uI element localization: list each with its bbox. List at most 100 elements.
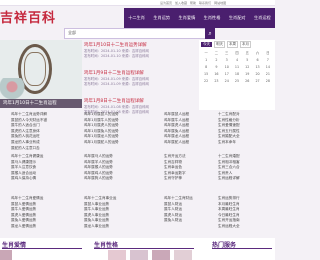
top-links-bar: 设为首页 加入收藏 帮助 联系我们 网站地图 (0, 0, 275, 6)
news-headline[interactable]: 鸡年1月10日十二生肖运势详解 (84, 42, 196, 48)
article-link[interactable]: 属龙人爱情运势 (11, 224, 71, 230)
calendar-grid: 一二三四五六日 1 2 3 4 5 6 7 8 9 10 11 12 13 14 15 16 17 18 19 20 21… (199, 48, 275, 85)
calendar-day[interactable]: 7 (263, 58, 273, 62)
thumbnail[interactable] (130, 250, 148, 260)
article-list: 鸡年十二生肖事业运 属鼠人事业运势 属牛人事业运势 属虎人事业运势 属兔人事业运势 属龙人… (84, 196, 144, 230)
calendar-day[interactable]: 4 (232, 58, 242, 62)
article-link[interactable]: 生肖运程详解 (218, 176, 273, 182)
search-row: 全部 ⌕ (60, 28, 275, 39)
calendar-day[interactable]: 14 (263, 65, 273, 69)
calendar-day[interactable]: 1 (201, 58, 211, 62)
article-list: 十二生肖配对 生肖性格分析 生肖爱情速配 生肖五行属性 生肖婚配大全 生肖本命年 (218, 112, 273, 146)
divider (94, 248, 194, 249)
calendar-day[interactable]: 19 (242, 72, 252, 76)
calendar-tab[interactable]: 本周 (227, 40, 238, 48)
article-list: 鸡年十二生肖财运 属鼠人财运 属牛人财运 属虎人财运 属兔人财运 (164, 196, 224, 224)
nav-item[interactable]: 生肖运势 (153, 15, 170, 21)
calendar-day[interactable]: 22 (201, 79, 211, 83)
nav-item[interactable]: 生肖配对 (229, 15, 246, 21)
article-link[interactable]: 属兔人财运 (164, 218, 224, 224)
thumbnail[interactable] (0, 250, 12, 260)
calendar-day: 六 (255, 51, 260, 55)
search-button[interactable]: ⌕ (205, 28, 215, 39)
article-list: 鸡年属马人的运势 鸡年属羊人的运势 鸡年属猴人的运势 鸡年属鸡人的运势 鸡年属狗人的运势 (84, 154, 144, 182)
calendar-day[interactable]: 11 (232, 65, 242, 69)
calendar-day[interactable]: 25 (232, 79, 242, 83)
calendar-day: 四 (235, 51, 239, 55)
calendar-day[interactable]: 21 (263, 72, 273, 76)
article-list: 鸡年十二生肖运势详解 属鼠的人今天财运不错 属牛的人适合出门 属虎的人注意身体 属兔的人… (11, 112, 71, 151)
calendar-day[interactable]: 18 (232, 72, 242, 76)
calendar-day: 五 (245, 51, 249, 55)
calendar-day[interactable]: 9 (211, 65, 221, 69)
news-headline[interactable]: 鸡年1月9日十二生肖运程详解 (84, 70, 196, 76)
thumbnail[interactable] (152, 250, 170, 260)
article-list: 生肖运势排行 本月最旺生肖 本周最旺生肖 今日最旺生肖 生肖开运指南 生肖运程大全 (218, 196, 273, 230)
calendar-day[interactable]: 24 (222, 79, 232, 83)
calendar-day: 一 (204, 51, 208, 55)
calendar-day: 二 (214, 51, 219, 55)
search-input[interactable]: 全部 (64, 28, 206, 39)
nav-item[interactable]: 生肖爱情 (179, 15, 196, 21)
site-logo[interactable]: 吉祥百科 (0, 7, 60, 27)
calendar-day[interactable]: 6 (252, 58, 262, 62)
top-link[interactable]: 设为首页 (160, 1, 172, 5)
featured-caption[interactable]: 鸡年1月10日十二生肖运程 (0, 99, 82, 108)
top-link[interactable]: 网站地图 (214, 1, 226, 5)
article-link[interactable]: 鸡年属蛇人运程 (164, 140, 224, 146)
calendar-day: 三 (225, 51, 229, 55)
flower-illustration (0, 78, 30, 100)
article-list: 鸡年十二生肖健康运 属马人健康提示 属羊人注意饮食 属猴人适合运动 属鸡人保持心情 (11, 154, 71, 182)
calendar-day[interactable]: 3 (222, 58, 232, 62)
article-list: 鸡年十二生肖爱情运 属鼠人爱情运势 属牛人爱情运势 属虎人爱情运势 属兔人爱情运势 属龙人… (11, 196, 71, 230)
calendar-day[interactable]: 15 (201, 72, 211, 76)
article-list: 十二生肖婚配 生肖相冲相害 生肖三合六合 生肖贵人 生肖运程详解 (218, 154, 273, 182)
article-list: 鸡年1月属鼠人的运势 鸡年1月属牛人的运势 鸡年1月属虎人的运势 鸡年1月属兔人的运势… (84, 112, 144, 146)
calendar-day: 日 (266, 51, 270, 55)
news-headline[interactable]: 鸡年1月8日十二生肖运程详解 (84, 98, 196, 104)
calendar-day[interactable]: 20 (252, 72, 262, 76)
search-category-select[interactable]: 全部 (68, 30, 76, 36)
calendar-day[interactable]: 17 (222, 72, 232, 76)
calendar-day[interactable]: 8 (201, 65, 211, 69)
calendar-tab[interactable]: 今天 (201, 41, 212, 47)
nav-item[interactable]: 生肖运程 (254, 15, 271, 21)
thumbnail[interactable] (174, 250, 192, 260)
article-link[interactable]: 生肖守护神 (164, 176, 224, 182)
calendar-day[interactable]: 23 (211, 79, 221, 83)
top-link[interactable]: 帮助 (190, 1, 196, 5)
article-list: 鸡年属鼠人运程 鸡年属牛人运程 鸡年属虎人运程 鸡年属兔人运程 鸡年属龙人运程 鸡年属蛇人… (164, 112, 224, 146)
article-link[interactable]: 鸡年属狗人的运势 (84, 176, 144, 182)
calendar-day[interactable]: 10 (222, 65, 232, 69)
article-list: 生肖开运方法 生肖吉祥物 生肖幸运色 生肖幸运数字 生肖守护神 (164, 154, 224, 182)
calendar-day[interactable]: 2 (211, 58, 221, 62)
article-link[interactable]: 生肖本命年 (218, 140, 273, 146)
featured-image[interactable]: 鸡年1月10日十二生肖运程 (0, 40, 82, 108)
nav-item[interactable]: 十二生肖 (128, 15, 145, 21)
article-link[interactable]: 属鸡人保持心情 (11, 176, 71, 182)
calendar-day[interactable]: 27 (252, 79, 262, 83)
calendar-tabs: 今天 明天 本周 本月 (199, 40, 275, 48)
divider (2, 248, 82, 249)
article-link[interactable]: 生肖运程大全 (218, 224, 273, 230)
thumbnail[interactable] (108, 250, 126, 260)
calendar-day[interactable]: 13 (252, 65, 262, 69)
search-icon: ⌕ (208, 30, 212, 37)
nav-item[interactable]: 生肖性格 (204, 15, 221, 21)
calendar-day[interactable]: 16 (211, 72, 221, 76)
calendar-tab[interactable]: 本月 (240, 40, 251, 48)
main-nav: 十二生肖 生肖运势 生肖爱情 生肖性格 生肖配对 生肖运程 (124, 8, 275, 28)
top-link[interactable]: 加入收藏 (175, 1, 187, 5)
calendar-day[interactable]: 26 (242, 79, 252, 83)
top-link[interactable]: 联系我们 (199, 1, 211, 5)
calendar-day[interactable]: 28 (263, 79, 273, 83)
article-link[interactable]: 属蛇的人注意口舌 (11, 146, 71, 152)
calendar-day[interactable]: 12 (242, 65, 252, 69)
article-link[interactable]: 属龙人事业运势 (84, 224, 144, 230)
article-link[interactable]: 鸡年1月属蛇人的运势 (84, 140, 144, 146)
calendar-day[interactable]: 5 (242, 58, 252, 62)
calendar-widget: 今天 明天 本周 本月 一二三四五六日 1 2 3 4 5 6 7 8 9 10 11 12 13 14 15 16 1… (199, 40, 275, 110)
calendar-tab[interactable]: 明天 (214, 40, 225, 48)
news-list: 鸡年1月10日十二生肖运势详解 发布时间：2024-01-10 来源：吉祥百科网发… (84, 40, 196, 114)
divider (212, 248, 272, 249)
